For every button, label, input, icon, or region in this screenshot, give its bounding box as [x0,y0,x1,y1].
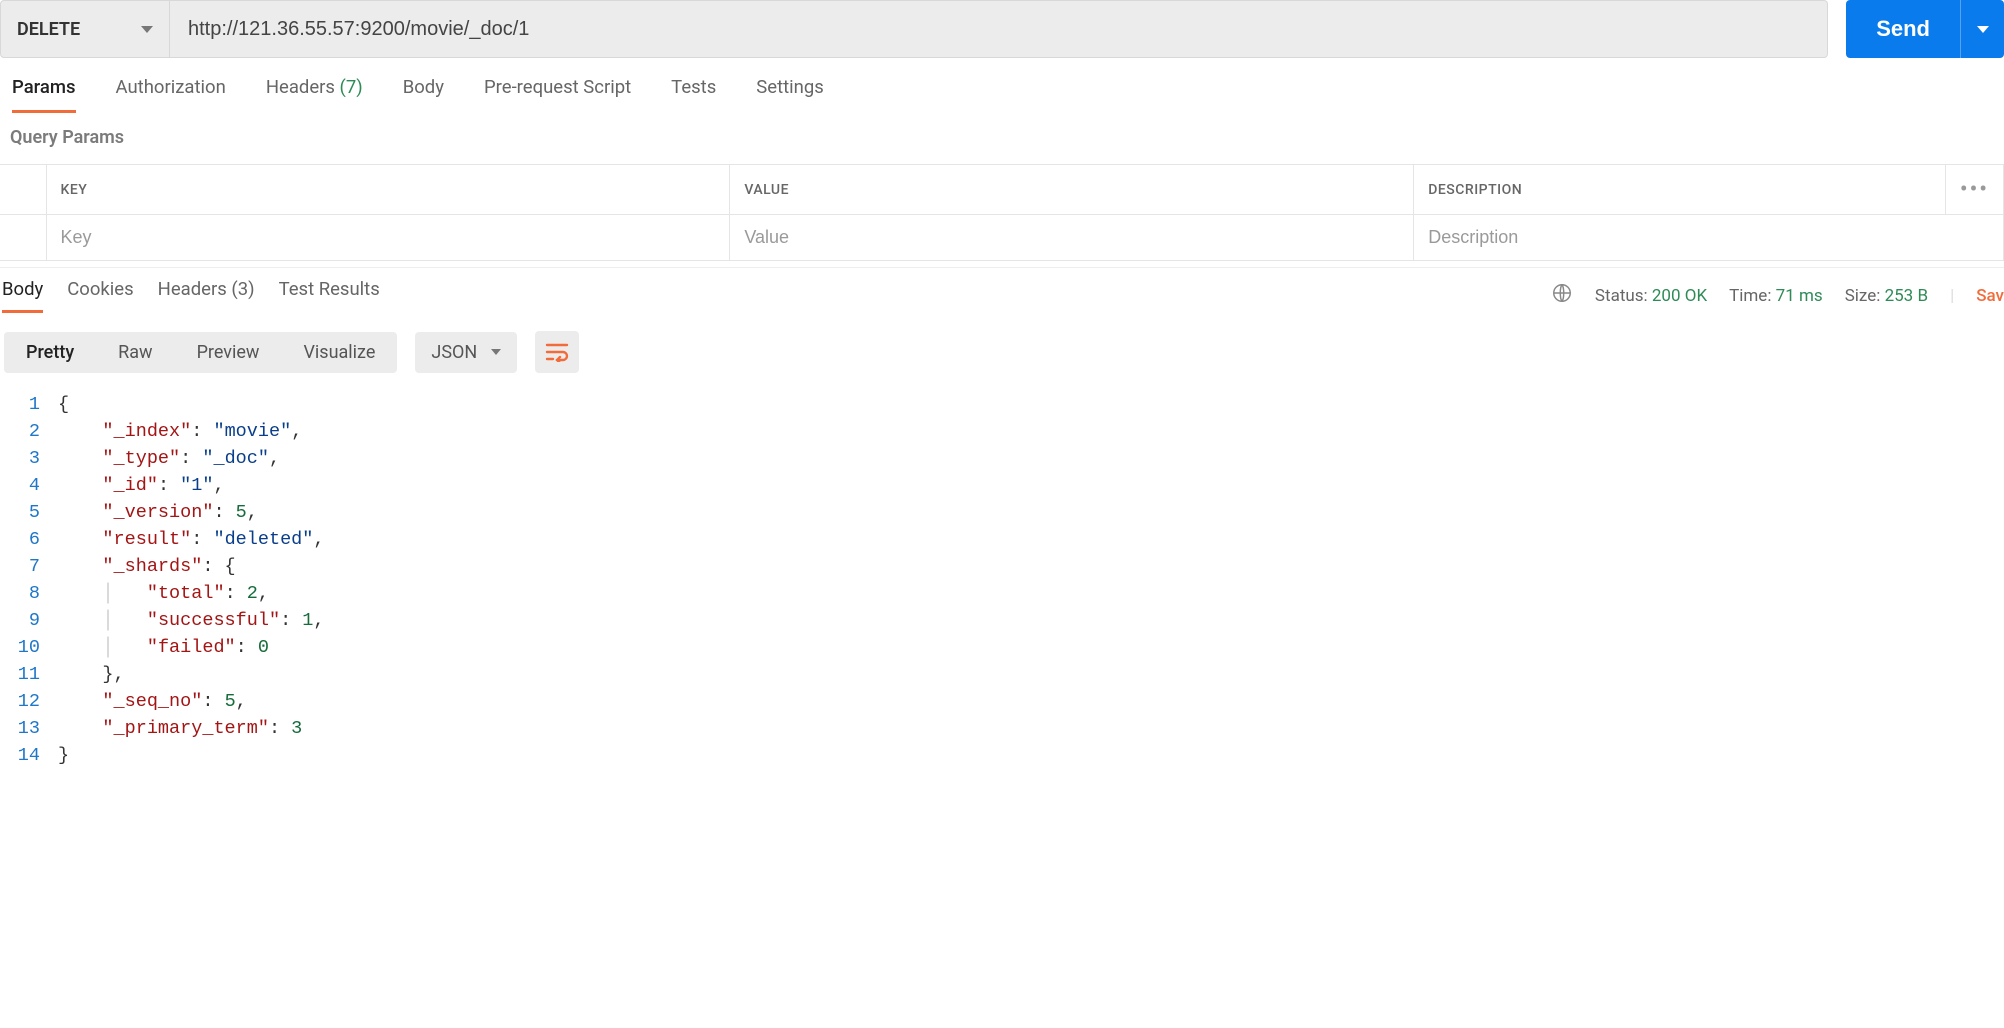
tab-headers-count: (7) [340,76,363,98]
line-gutter: 1234567891011121314 [0,391,58,769]
view-preview[interactable]: Preview [175,332,282,373]
chevron-down-icon [1977,26,1989,33]
query-params-title: Query Params [0,113,2004,164]
request-tabs: Params Authorization Headers (7) Body Pr… [0,58,2004,113]
tab-prerequest[interactable]: Pre-request Script [484,76,631,113]
resp-tab-headers[interactable]: Headers (3) [158,278,255,313]
view-visualize[interactable]: Visualize [281,332,397,373]
resp-tab-body[interactable]: Body [2,278,43,313]
chevron-down-icon [141,26,153,33]
time-group: Time: 71 ms [1729,286,1823,306]
response-tabs: Body Cookies Headers (3) Test Results [0,278,380,313]
size-value: 253 B [1885,286,1928,306]
send-button[interactable]: Send [1846,0,1960,58]
tab-tests[interactable]: Tests [671,76,716,113]
column-key: KEY [46,165,730,215]
response-meta: Status: 200 OK Time: 71 ms Size: 253 B |… [1551,282,2004,309]
tab-headers[interactable]: Headers (7) [266,76,363,113]
request-bar: DELETE Send [0,0,2004,58]
tab-settings[interactable]: Settings [756,76,824,113]
wrap-lines-button[interactable] [535,331,579,373]
ellipsis-icon: ••• [1960,177,1989,202]
http-method-select[interactable]: DELETE [0,0,170,58]
size-label: Size: [1845,286,1881,306]
http-method-value: DELETE [17,19,80,40]
language-select[interactable]: JSON [415,332,517,373]
time-label: Time: [1729,286,1771,306]
param-value-input[interactable] [730,215,1413,260]
resp-tab-headers-count: (3) [231,278,254,300]
response-row: Body Cookies Headers (3) Test Results St… [0,267,2004,313]
size-group: Size: 253 B [1845,286,1928,306]
save-response-button[interactable]: Sav [1976,286,2004,306]
language-value: JSON [431,342,477,363]
response-viewer-toolbar: Pretty Raw Preview Visualize JSON [0,313,2004,385]
time-value: 71 ms [1776,286,1823,306]
view-mode-group: Pretty Raw Preview Visualize [4,332,397,373]
send-button-group: Send [1846,0,2004,58]
code-content: { "_index": "movie", "_type": "_doc", "_… [58,391,325,769]
tab-authorization[interactable]: Authorization [116,76,226,113]
resp-tab-cookies[interactable]: Cookies [67,278,133,313]
tab-body[interactable]: Body [403,76,444,113]
handle-column [0,165,46,215]
status-value: 200 OK [1652,286,1707,306]
column-description: DESCRIPTION [1414,165,1946,215]
column-value: VALUE [730,165,1414,215]
status-group: Status: 200 OK [1595,286,1707,306]
row-handle[interactable] [0,215,46,261]
param-description-input[interactable] [1414,215,2003,260]
resp-tab-headers-label: Headers [158,278,227,300]
view-pretty[interactable]: Pretty [4,332,96,373]
request-url-input[interactable] [170,0,1828,58]
param-key-input[interactable] [47,215,730,260]
globe-icon[interactable] [1551,282,1573,309]
send-options-button[interactable] [1960,0,2004,58]
status-label: Status: [1595,286,1648,306]
chevron-down-icon [491,349,501,355]
tab-headers-label: Headers [266,76,335,98]
column-options[interactable]: ••• [1945,165,2003,215]
response-body-viewer[interactable]: 1234567891011121314 { "_index": "movie",… [0,385,2004,769]
query-params-table: KEY VALUE DESCRIPTION ••• [0,164,2004,261]
params-row [0,215,2004,261]
tab-params[interactable]: Params [12,76,76,113]
resp-tab-test-results[interactable]: Test Results [279,278,380,313]
view-raw[interactable]: Raw [96,332,174,373]
